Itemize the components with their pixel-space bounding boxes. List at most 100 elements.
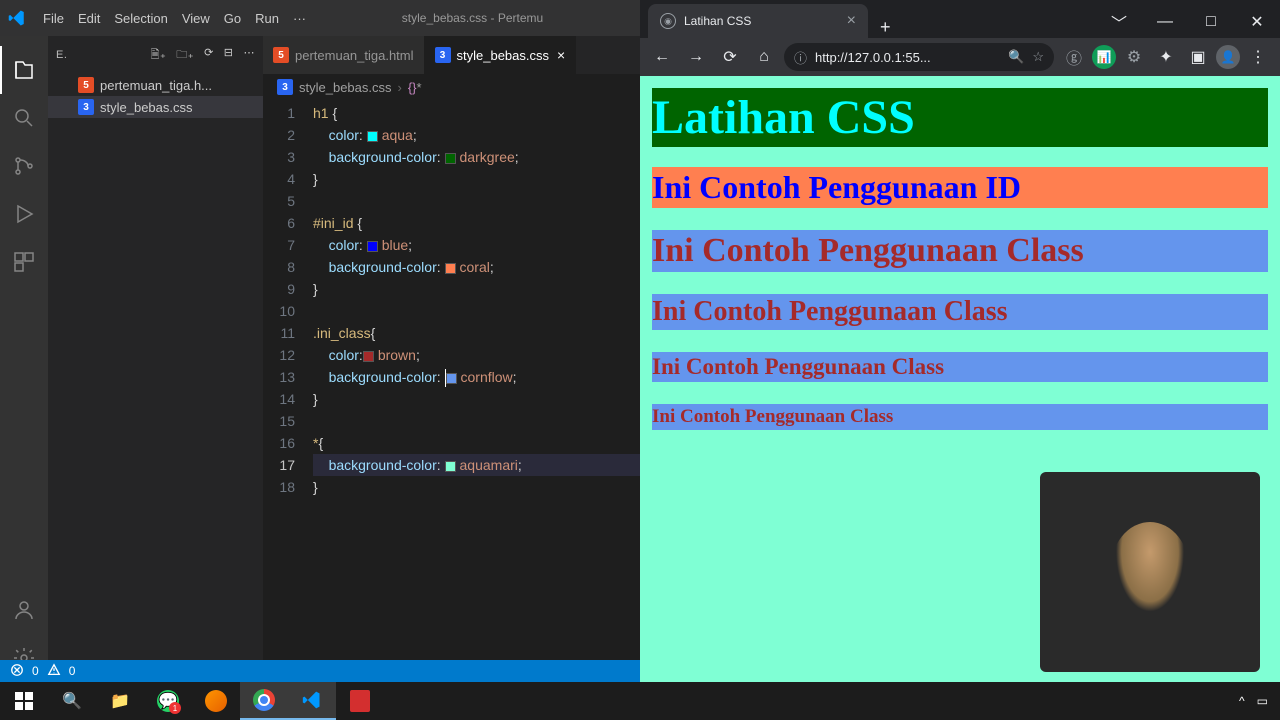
page-h1: Latihan CSS: [652, 88, 1268, 147]
editor-area: 5 pertemuan_tiga.html 3 style_bebas.css …: [263, 36, 640, 682]
class-example-4: Ini Contoh Penggunaan Class: [652, 404, 1268, 430]
file-name: style_bebas.css: [100, 100, 193, 115]
explorer-header: E. 🗎₊ 🗀₊ ⟳ ⊟ ⋯: [48, 36, 263, 74]
new-file-icon[interactable]: 🗎₊: [151, 46, 167, 65]
tab-label: style_bebas.css: [457, 48, 550, 63]
vscode-taskbar-icon[interactable]: [288, 682, 336, 720]
menu-go[interactable]: Go: [217, 11, 248, 26]
chevron-up-icon[interactable]: ^: [1239, 694, 1245, 708]
extensions-icon[interactable]: [0, 238, 48, 286]
chrome-icon[interactable]: [240, 682, 288, 720]
line-numbers: 123456789101112131415161718: [263, 100, 313, 682]
webcam-overlay: [1040, 472, 1260, 672]
chrome-toolbar: ← → ⟳ ⌂ ⓘ http://127.0.0.1:55... 🔍 ☆ ⓖ 📊…: [640, 38, 1280, 76]
menu-selection[interactable]: Selection: [107, 11, 174, 26]
maximize-button[interactable]: □: [1188, 6, 1234, 38]
windows-taskbar: 🔍 📁 💬1 ^ ▭: [0, 682, 1280, 720]
file-item-html[interactable]: 5 pertemuan_tiga.h...: [48, 74, 263, 96]
tab-bar: 5 pertemuan_tiga.html 3 style_bebas.css …: [263, 36, 640, 74]
window-title: style_bebas.css - Pertemu: [313, 11, 632, 25]
errors-count: 0: [32, 664, 39, 678]
warnings-count: 0: [69, 664, 76, 678]
css-file-icon: 3: [78, 99, 94, 115]
zoom-icon[interactable]: 🔍: [1008, 49, 1024, 65]
account-icon[interactable]: [0, 586, 48, 634]
menu-more[interactable]: ···: [286, 11, 313, 26]
menu-file[interactable]: File: [36, 11, 71, 26]
class-example-1: Ini Contoh Penggunaan Class: [652, 230, 1268, 272]
url-text: http://127.0.0.1:55...: [815, 50, 931, 65]
close-button[interactable]: ✕: [1234, 6, 1280, 38]
chevron-right-icon: ›: [398, 80, 402, 95]
source-control-icon[interactable]: [0, 142, 48, 190]
new-folder-icon[interactable]: 🗀₊: [176, 46, 194, 65]
firefox-icon[interactable]: [192, 682, 240, 720]
search-button[interactable]: 🔍: [48, 682, 96, 720]
menu-view[interactable]: View: [175, 11, 217, 26]
menu-edit[interactable]: Edit: [71, 11, 107, 26]
activity-bar: [0, 36, 48, 682]
tab-html[interactable]: 5 pertemuan_tiga.html: [263, 36, 425, 74]
search-icon[interactable]: [0, 94, 48, 142]
html-file-icon: 5: [78, 77, 94, 93]
vscode-logo-icon: [8, 9, 26, 27]
class-example-2: Ini Contoh Penggunaan Class: [652, 294, 1268, 330]
file-item-css[interactable]: 3 style_bebas.css: [48, 96, 263, 118]
start-button[interactable]: [0, 682, 48, 720]
home-button[interactable]: ⌂: [750, 43, 778, 71]
more-icon[interactable]: ⋯: [244, 46, 256, 65]
file-explorer-icon[interactable]: 📁: [96, 682, 144, 720]
vscode-window: File Edit Selection View Go Run ··· styl…: [0, 0, 640, 682]
html-file-icon: 5: [273, 47, 289, 63]
breadcrumb[interactable]: 3 style_bebas.css › {} *: [263, 74, 640, 100]
tab-css[interactable]: 3 style_bebas.css ×: [425, 36, 577, 74]
gear-icon[interactable]: ⚙: [1120, 43, 1148, 71]
address-bar[interactable]: ⓘ http://127.0.0.1:55... 🔍 ☆: [784, 43, 1054, 71]
tab-label: pertemuan_tiga.html: [295, 48, 414, 63]
breadcrumb-file: style_bebas.css: [299, 80, 392, 95]
minimize-icon[interactable]: ﹀: [1096, 6, 1142, 38]
close-icon[interactable]: ×: [847, 12, 856, 30]
errors-icon[interactable]: [10, 663, 24, 680]
debug-icon[interactable]: [0, 190, 48, 238]
vscode-statusbar: 0 0: [0, 660, 640, 682]
reading-list-icon[interactable]: ▣: [1184, 43, 1212, 71]
code-editor[interactable]: 123456789101112131415161718 h1 { color: …: [263, 100, 640, 682]
menu-icon[interactable]: ⋮: [1244, 43, 1272, 71]
explorer-label: E.: [56, 49, 67, 61]
app-icon[interactable]: [336, 682, 384, 720]
warnings-icon[interactable]: [47, 663, 61, 680]
collapse-icon[interactable]: ⊟: [224, 46, 234, 65]
person-silhouette: [1110, 522, 1190, 622]
info-icon[interactable]: ⓘ: [794, 48, 807, 67]
puzzle-icon[interactable]: ✦: [1152, 43, 1180, 71]
chrome-tab[interactable]: ◉ Latihan CSS ×: [648, 4, 868, 38]
class-example-3: Ini Contoh Penggunaan Class: [652, 352, 1268, 382]
star-icon[interactable]: ☆: [1032, 49, 1044, 65]
back-button[interactable]: ←: [648, 43, 676, 71]
extension-icon[interactable]: 📊: [1092, 45, 1116, 69]
css-file-icon: 3: [435, 47, 451, 63]
avatar-icon[interactable]: 👤: [1216, 45, 1240, 69]
breadcrumb-symbol-icon: {}: [408, 80, 417, 95]
css-file-icon: 3: [277, 79, 293, 95]
translate-icon[interactable]: ⓖ: [1060, 43, 1088, 71]
menu-run[interactable]: Run: [248, 11, 286, 26]
file-name: pertemuan_tiga.h...: [100, 78, 212, 93]
close-icon[interactable]: ×: [557, 47, 565, 63]
tray-icon[interactable]: ▭: [1257, 694, 1268, 708]
vscode-titlebar: File Edit Selection View Go Run ··· styl…: [0, 0, 640, 36]
code-lines[interactable]: h1 { color: aqua; background-color: dark…: [313, 100, 640, 682]
system-tray[interactable]: ^ ▭: [1239, 694, 1280, 708]
forward-button[interactable]: →: [682, 43, 710, 71]
chrome-tab-strip: ◉ Latihan CSS × + ﹀ — □ ✕: [640, 0, 1280, 38]
minimize-button[interactable]: —: [1142, 6, 1188, 38]
explorer-icon[interactable]: [0, 46, 48, 94]
globe-icon: ◉: [660, 13, 676, 29]
chrome-tab-title: Latihan CSS: [684, 14, 751, 28]
reload-button[interactable]: ⟳: [716, 43, 744, 71]
new-tab-button[interactable]: +: [868, 17, 903, 38]
explorer-sidebar: E. 🗎₊ 🗀₊ ⟳ ⊟ ⋯ 5 pertemuan_tiga.h... 3 s…: [48, 36, 263, 682]
whatsapp-icon[interactable]: 💬1: [144, 682, 192, 720]
refresh-icon[interactable]: ⟳: [204, 46, 214, 65]
